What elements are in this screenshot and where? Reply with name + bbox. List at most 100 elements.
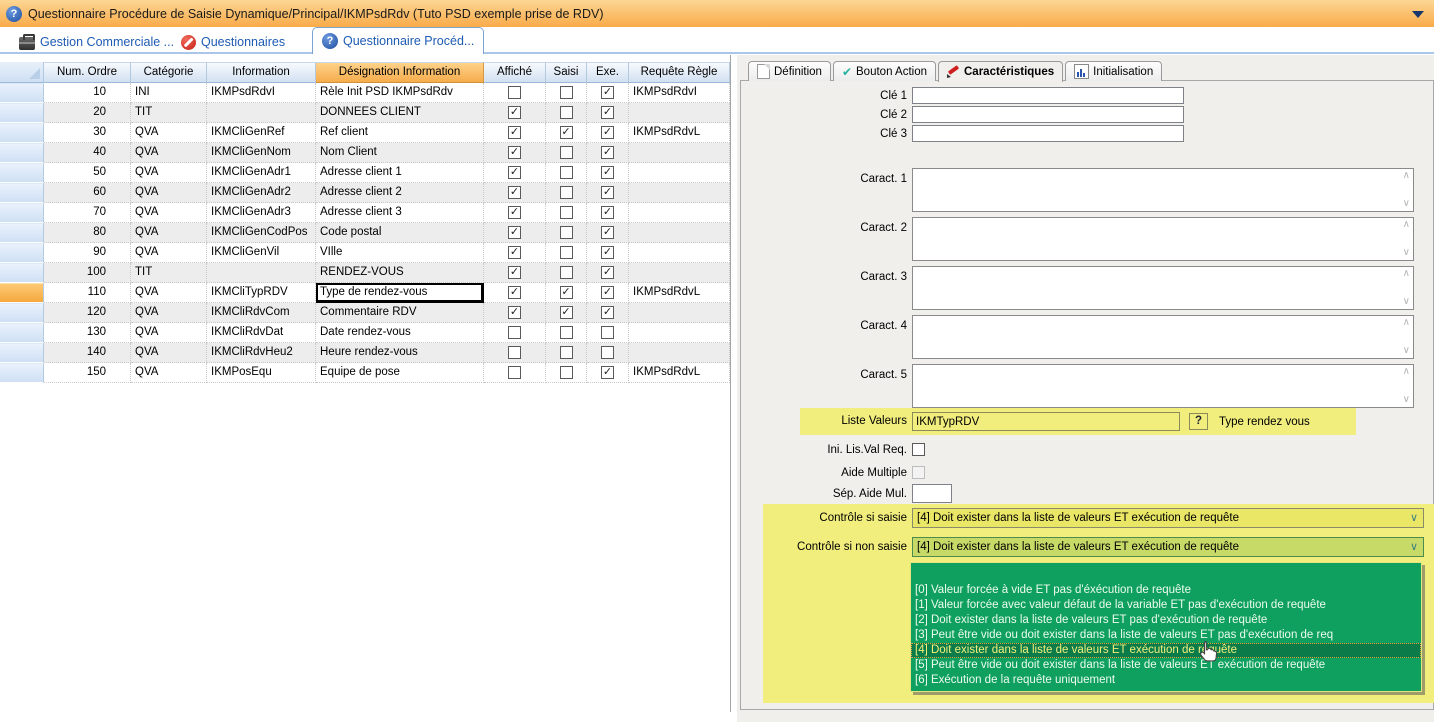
grid-cell[interactable] — [629, 203, 730, 223]
grid-cell[interactable]: IKMCliRdvDat — [207, 323, 316, 343]
pane-divider[interactable] — [730, 55, 731, 712]
checkbox[interactable]: ✓ — [601, 86, 614, 99]
grid-cell[interactable]: QVA — [131, 163, 207, 183]
grid-cell[interactable]: Adresse client 3 — [316, 203, 484, 223]
dropdown-option[interactable]: [4] Doit exister dans la liste de valeur… — [911, 643, 1421, 658]
tab-definition[interactable]: Définition — [748, 61, 831, 81]
caract-field[interactable]: ∧∨ — [912, 266, 1414, 310]
grid-cell[interactable]: Commentaire RDV — [316, 303, 484, 323]
grid-cell[interactable]: ✓ — [587, 143, 629, 163]
grid-cell[interactable]: ✓ — [484, 163, 546, 183]
caract-field[interactable]: ∧∨ — [912, 217, 1414, 261]
grid-cell[interactable] — [546, 203, 587, 223]
checkbox[interactable] — [560, 366, 573, 379]
row-selector[interactable] — [0, 183, 44, 203]
grid-cell[interactable]: QVA — [131, 243, 207, 263]
row-selector[interactable] — [0, 143, 44, 163]
controle-si-non-saisie-select[interactable]: [4] Doit exister dans la liste de valeur… — [912, 537, 1424, 557]
help-button[interactable]: ? — [1189, 413, 1208, 430]
table-row[interactable]: 130QVAIKMCliRdvDatDate rendez-vous — [0, 323, 730, 343]
grid-cell[interactable]: 40 — [44, 143, 131, 163]
grid-cell[interactable]: QVA — [131, 303, 207, 323]
grid-cell[interactable]: ✓ — [484, 183, 546, 203]
grid-cell[interactable]: Heure rendez-vous — [316, 343, 484, 363]
grid-cell[interactable]: ✓ — [587, 103, 629, 123]
tab-questionnaire-procedure[interactable]: ? Questionnaire Procéd... — [312, 27, 484, 54]
column-header-1[interactable]: Num. Ordre — [44, 62, 131, 83]
checkbox[interactable]: ✓ — [601, 166, 614, 179]
scroll-up-icon[interactable]: ∧ — [1403, 220, 1410, 230]
grid-cell[interactable]: 30 — [44, 123, 131, 143]
grid-cell[interactable] — [629, 303, 730, 323]
checkbox[interactable] — [508, 366, 521, 379]
grid-cell[interactable]: ✓ — [484, 283, 546, 303]
grid-cell[interactable]: ✓ — [546, 283, 587, 303]
select-all-corner[interactable] — [0, 62, 44, 83]
column-header-6[interactable]: Saisi — [546, 62, 587, 83]
grid-cell[interactable]: IKMPsdRdvL — [629, 283, 730, 303]
column-header-3[interactable]: Information — [207, 62, 316, 83]
grid-cell[interactable]: ✓ — [587, 283, 629, 303]
table-row[interactable]: 110QVAIKMCliTypRDVType de rendez-vous✓✓✓… — [0, 283, 730, 303]
checkbox[interactable] — [560, 166, 573, 179]
grid-cell[interactable]: IKMCliRdvCom — [207, 303, 316, 323]
grid-cell[interactable]: Equipe de pose — [316, 363, 484, 383]
grid-cell[interactable]: IKMPsdRdvI — [207, 83, 316, 103]
grid-cell[interactable]: IKMCliTypRDV — [207, 283, 316, 303]
grid-cell[interactable]: ✓ — [587, 303, 629, 323]
table-row[interactable]: 60QVAIKMCliGenAdr2Adresse client 2✓✓ — [0, 183, 730, 203]
grid-cell[interactable]: IKMCliGenAdr3 — [207, 203, 316, 223]
column-header-7[interactable]: Exe. — [587, 62, 629, 83]
grid-cell[interactable]: QVA — [131, 123, 207, 143]
grid-cell[interactable] — [629, 223, 730, 243]
tab-gestion-commerciale[interactable]: Gestion Commerciale ... — [10, 30, 183, 54]
scroll-up-icon[interactable]: ∧ — [1403, 269, 1410, 279]
checkbox[interactable] — [560, 346, 573, 359]
grid-cell[interactable] — [207, 263, 316, 283]
grid-cell[interactable] — [629, 103, 730, 123]
grid-cell[interactable]: ✓ — [587, 263, 629, 283]
grid-cell[interactable]: VIlle — [316, 243, 484, 263]
grid-cell[interactable] — [629, 163, 730, 183]
checkbox[interactable]: ✓ — [508, 186, 521, 199]
table-row[interactable]: 90QVAIKMCliGenVilVIlle✓✓ — [0, 243, 730, 263]
grid-cell[interactable]: ✓ — [484, 203, 546, 223]
checkbox[interactable]: ✓ — [601, 246, 614, 259]
table-row[interactable]: 140QVAIKMCliRdvHeu2Heure rendez-vous — [0, 343, 730, 363]
checkbox[interactable]: ✓ — [601, 186, 614, 199]
table-row[interactable]: 80QVAIKMCliGenCodPosCode postal✓✓ — [0, 223, 730, 243]
checkbox[interactable]: ✓ — [601, 206, 614, 219]
scroll-down-icon[interactable]: ∨ — [1403, 248, 1410, 258]
liste-valeurs-input[interactable] — [912, 412, 1180, 431]
checkbox[interactable]: ✓ — [508, 126, 521, 139]
grid-cell[interactable] — [629, 343, 730, 363]
grid-cell[interactable]: 120 — [44, 303, 131, 323]
grid-cell[interactable] — [546, 163, 587, 183]
ini-lis-val-req-checkbox[interactable] — [912, 443, 925, 456]
checkbox[interactable]: ✓ — [601, 146, 614, 159]
grid-cell[interactable]: ✓ — [484, 103, 546, 123]
checkbox[interactable]: ✓ — [560, 126, 573, 139]
grid-cell[interactable]: Date rendez-vous — [316, 323, 484, 343]
checkbox[interactable]: ✓ — [508, 206, 521, 219]
checkbox[interactable]: ✓ — [601, 286, 614, 299]
checkbox[interactable]: ✓ — [508, 306, 521, 319]
grid-cell[interactable]: ✓ — [484, 263, 546, 283]
grid-cell[interactable] — [484, 363, 546, 383]
grid-cell[interactable]: QVA — [131, 343, 207, 363]
grid-cell[interactable]: 60 — [44, 183, 131, 203]
grid-cell[interactable] — [484, 323, 546, 343]
checkbox[interactable]: ✓ — [601, 306, 614, 319]
grid-cell[interactable] — [546, 343, 587, 363]
key-input[interactable] — [912, 106, 1184, 123]
checkbox[interactable] — [601, 326, 614, 339]
grid-cell[interactable]: ✓ — [484, 123, 546, 143]
grid-cell[interactable]: ✓ — [587, 163, 629, 183]
grid-cell[interactable]: Adresse client 2 — [316, 183, 484, 203]
grid-cell[interactable]: TIT — [131, 263, 207, 283]
grid-cell[interactable]: IKMPsdRdvL — [629, 363, 730, 383]
checkbox[interactable]: ✓ — [601, 126, 614, 139]
grid-cell[interactable]: QVA — [131, 323, 207, 343]
grid-cell[interactable]: ✓ — [587, 183, 629, 203]
grid-cell[interactable]: ✓ — [587, 223, 629, 243]
